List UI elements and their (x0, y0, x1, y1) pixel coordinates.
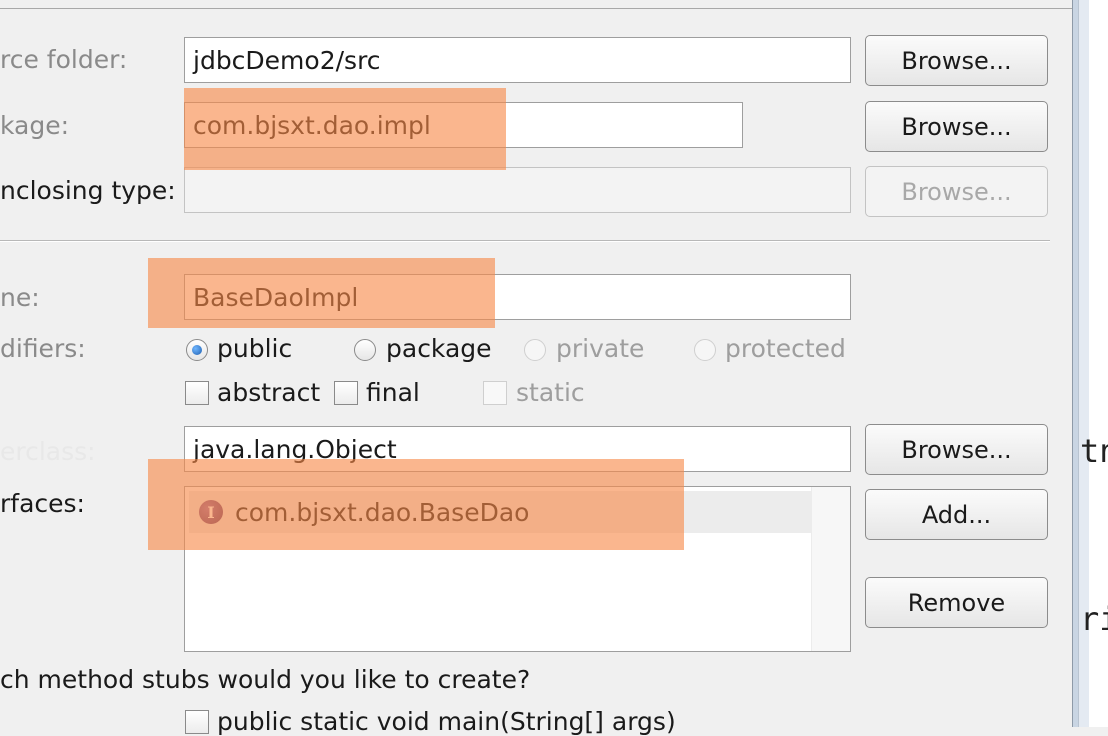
package-radio[interactable] (354, 339, 376, 361)
private-radio (524, 339, 546, 361)
public-radio-label[interactable]: public (217, 334, 292, 363)
interfaces-list-scrollbar[interactable] (811, 487, 850, 651)
final-checkbox[interactable] (334, 381, 358, 405)
add-interface-button[interactable]: Add... (865, 489, 1048, 540)
superclass-browse-button[interactable]: Browse... (865, 424, 1048, 475)
package-browse-button[interactable]: Browse... (865, 101, 1048, 152)
protected-radio-label: protected (725, 334, 846, 363)
package-radio-label[interactable]: package (386, 334, 492, 363)
separator (0, 240, 1050, 242)
interface-icon: I (199, 500, 223, 524)
remove-interface-button[interactable]: Remove (865, 577, 1048, 628)
modifiers-label: difiers: (0, 334, 86, 363)
source-folder-browse-button[interactable]: Browse... (865, 35, 1048, 86)
interfaces-label: rfaces: (0, 489, 85, 518)
interface-list-item[interactable]: I com.bjsxt.dao.BaseDao (189, 491, 811, 533)
source-folder-label: rce folder: (0, 45, 128, 74)
interfaces-list[interactable]: I com.bjsxt.dao.BaseDao (184, 486, 851, 652)
abstract-checkbox-label[interactable]: abstract (217, 378, 320, 407)
enclosing-type-input (184, 167, 851, 213)
name-label: ne: (0, 283, 40, 312)
protected-radio (694, 339, 716, 361)
editor-fragment-2: ri (1080, 600, 1108, 638)
package-label: kage: (0, 111, 70, 140)
enclosing-type-label: nclosing type: (0, 176, 176, 205)
superclass-label: erclass: (0, 437, 96, 466)
private-radio-label: private (556, 334, 645, 363)
name-input[interactable]: BaseDaoImpl (184, 274, 851, 320)
method-stubs-question: ch method stubs would you like to create… (0, 665, 531, 694)
public-radio[interactable] (186, 339, 208, 361)
main-stub-checkbox[interactable] (185, 710, 209, 734)
main-stub-label[interactable]: public static void main(String[] args) (217, 707, 676, 736)
enclosing-type-browse-button: Browse... (865, 166, 1048, 217)
superclass-input[interactable]: java.lang.Object (184, 426, 851, 472)
static-checkbox (483, 381, 507, 405)
dialog-top-edge (0, 0, 1072, 9)
static-checkbox-label: static (516, 378, 585, 407)
final-checkbox-label[interactable]: final (366, 378, 420, 407)
editor-fragment-1: tn (1080, 432, 1108, 470)
source-folder-input[interactable]: jdbcDemo2/src (184, 37, 851, 83)
interface-name: com.bjsxt.dao.BaseDao (235, 497, 530, 527)
package-input[interactable]: com.bjsxt.dao.impl (184, 102, 743, 148)
abstract-checkbox[interactable] (185, 381, 209, 405)
